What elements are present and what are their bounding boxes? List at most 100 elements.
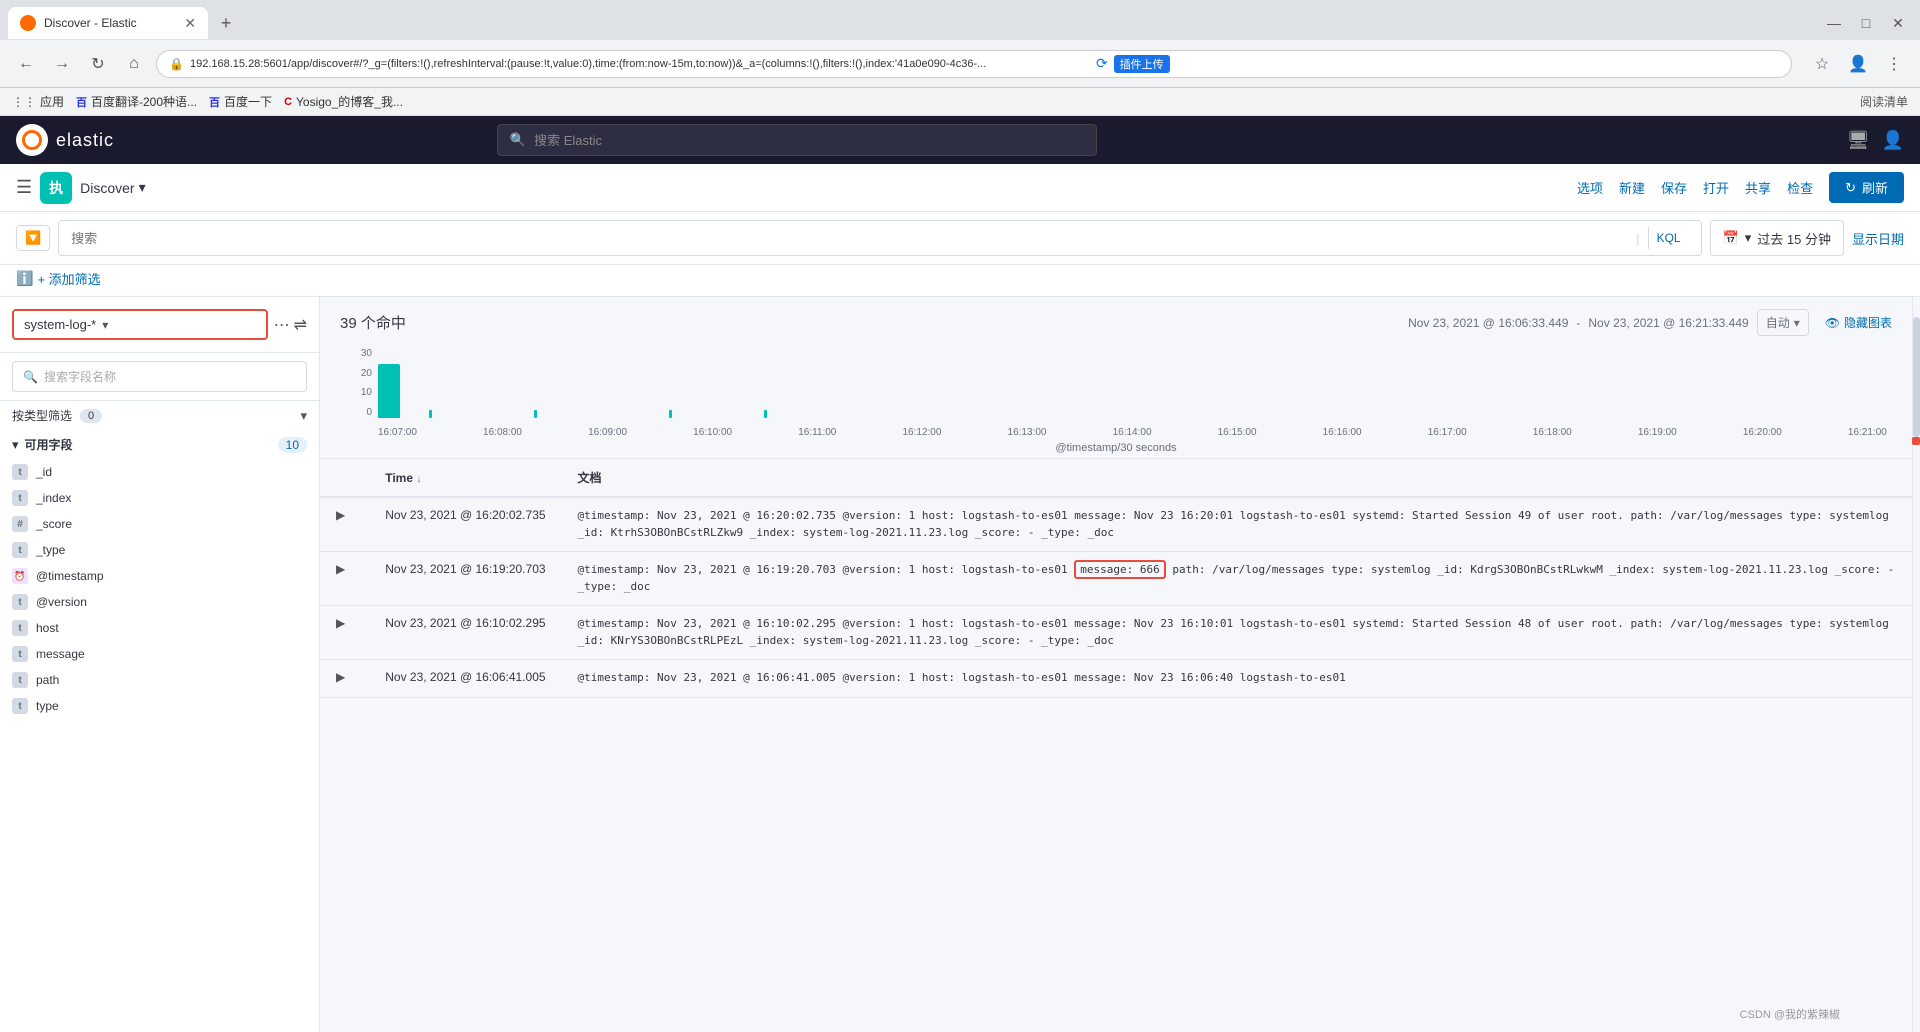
- field-search-input[interactable]: 🔍 搜索字段名称: [12, 361, 307, 392]
- profile-button[interactable]: 👤: [1844, 50, 1872, 78]
- date-end: Nov 23, 2021 @ 16:21:33.449: [1588, 316, 1748, 330]
- watermark: CSDN @我的紫辣椒: [1740, 1006, 1840, 1022]
- refresh-button[interactable]: ↻ 刷新: [1829, 172, 1904, 203]
- field-name-path: path: [36, 673, 59, 687]
- index-pattern-box[interactable]: system-log-* ▾: [12, 309, 268, 340]
- expand-row-button[interactable]: ▶: [336, 562, 345, 576]
- auto-caret-icon: ▾: [1794, 316, 1800, 330]
- open-button[interactable]: 打开: [1703, 178, 1729, 197]
- time-cell: Nov 23, 2021 @ 16:06:41.005: [369, 660, 561, 698]
- new-button[interactable]: 新建: [1619, 178, 1645, 197]
- index-pattern-toggle-icon[interactable]: ⇌: [294, 315, 307, 335]
- chart-line-2: [534, 410, 537, 418]
- hamburger-menu[interactable]: ☰: [16, 177, 32, 198]
- info-circle-icon: ℹ️: [16, 270, 33, 287]
- kql-button[interactable]: KQL: [1648, 227, 1689, 249]
- maximize-button[interactable]: □: [1852, 9, 1880, 37]
- app-topnav: elastic 🔍 🖥 👤: [0, 116, 1920, 164]
- y-axis: 30 20 10 0: [340, 348, 372, 418]
- field-item-index[interactable]: t _index: [0, 485, 319, 511]
- content-area: 39 个命中 Nov 23, 2021 @ 16:06:33.449 - Nov…: [320, 297, 1912, 1032]
- time-picker[interactable]: 📅 ▾ 过去 15 分钟: [1710, 220, 1844, 256]
- options-button[interactable]: 选项: [1577, 178, 1603, 197]
- reader-mode-btn[interactable]: 阅读清单: [1860, 95, 1908, 109]
- home-button[interactable]: ⌂: [120, 50, 148, 78]
- chart-container: 30 20 10 0: [320, 348, 1912, 438]
- collapse-icon[interactable]: ▾: [12, 437, 19, 453]
- field-item-timestamp[interactable]: ⏰ @timestamp: [0, 563, 319, 589]
- share-button[interactable]: 共享: [1745, 178, 1771, 197]
- field-item-type[interactable]: t _type: [0, 537, 319, 563]
- auto-selector[interactable]: 自动 ▾: [1757, 309, 1809, 336]
- hide-chart-button[interactable]: 👁 隐藏图表: [1825, 314, 1892, 331]
- field-name-host: host: [36, 621, 59, 635]
- apps-grid-icon: ⋮⋮: [12, 95, 36, 109]
- table-row: ▶ Nov 23, 2021 @ 16:20:02.735 @timestamp…: [320, 497, 1912, 552]
- field-type-badge-date: ⏰: [12, 568, 28, 584]
- index-pattern-options-icon[interactable]: ⋯: [274, 315, 290, 335]
- filter-toggle[interactable]: 🔽: [16, 225, 50, 251]
- query-input[interactable]: [71, 231, 1628, 246]
- forward-button[interactable]: →: [48, 50, 76, 78]
- field-name-timestamp: @timestamp: [36, 569, 104, 583]
- document-cell: @timestamp: Nov 23, 2021 @ 16:10:02.295 …: [562, 606, 1912, 660]
- y-label-10: 10: [361, 387, 372, 398]
- index-pattern-selector: system-log-* ▾ ⋯ ⇌: [0, 297, 319, 353]
- field-item-id[interactable]: t _id: [0, 459, 319, 485]
- field-item-host[interactable]: t host: [0, 615, 319, 641]
- discover-nav-item[interactable]: Discover ▾: [80, 179, 146, 196]
- back-button[interactable]: ←: [12, 50, 40, 78]
- address-bar[interactable]: 🔒 192.168.15.28:5601/app/discover#/?_g=(…: [156, 50, 1792, 78]
- field-type-badge-t: t: [12, 646, 28, 662]
- minimize-button[interactable]: —: [1820, 9, 1848, 37]
- index-pattern-label: system-log-*: [24, 317, 96, 332]
- table-row: ▶ Nov 23, 2021 @ 16:10:02.295 @timestamp…: [320, 606, 1912, 660]
- elastic-logo-icon: [16, 124, 48, 156]
- field-item-message[interactable]: t message: [0, 641, 319, 667]
- field-item-path[interactable]: t path: [0, 667, 319, 693]
- expand-row-button[interactable]: ▶: [336, 616, 345, 630]
- close-window-button[interactable]: ✕: [1884, 9, 1912, 37]
- filter-type-row[interactable]: 按类型筛选 0 ▾: [0, 401, 319, 430]
- app-icon-button[interactable]: 执: [40, 172, 72, 204]
- expand-cell: ▶: [320, 660, 369, 698]
- topnav-right-actions: 🖥 👤: [1847, 130, 1904, 151]
- global-search-input[interactable]: [534, 133, 1084, 148]
- document-cell: @timestamp: Nov 23, 2021 @ 16:06:41.005 …: [562, 660, 1912, 698]
- caret-icon: ▾: [1745, 230, 1752, 246]
- chart-line-3: [669, 410, 672, 418]
- field-item-score[interactable]: # _score: [0, 511, 319, 537]
- bookmark-button[interactable]: ☆: [1808, 50, 1836, 78]
- expand-row-button[interactable]: ▶: [336, 508, 345, 522]
- field-item-type-field[interactable]: t type: [0, 693, 319, 719]
- query-bar[interactable]: | KQL: [58, 220, 1701, 256]
- active-tab[interactable]: Discover - Elastic ✕: [8, 7, 208, 39]
- bookmark-csdn[interactable]: C Yosigo_的博客_我...: [284, 93, 403, 110]
- log-content: @timestamp: Nov 23, 2021 @ 16:20:02.735 …: [578, 509, 1889, 539]
- monitor-icon[interactable]: 🖥: [1847, 130, 1870, 151]
- inspect-button[interactable]: 检查: [1787, 178, 1813, 197]
- save-button[interactable]: 保存: [1661, 178, 1687, 197]
- bookmark-apps[interactable]: ⋮⋮ 应用: [12, 93, 64, 110]
- bookmark-baidu[interactable]: 百 百度一下: [209, 93, 272, 110]
- add-filter-button[interactable]: ℹ️ + 添加筛选: [16, 269, 101, 288]
- menu-button[interactable]: ⋮: [1880, 50, 1908, 78]
- security-icon: 🔒: [169, 57, 184, 71]
- field-item-version[interactable]: t @version: [0, 589, 319, 615]
- scrollbar[interactable]: [1912, 297, 1920, 1032]
- show-date-button[interactable]: 显示日期: [1852, 229, 1904, 248]
- close-tab-icon[interactable]: ✕: [184, 15, 196, 32]
- expand-row-button[interactable]: ▶: [336, 670, 345, 684]
- field-name-type: _type: [36, 543, 65, 557]
- user-icon[interactable]: 👤: [1882, 130, 1904, 151]
- bookmark-baidu-translate[interactable]: 百 百度翻译-200种语...: [76, 93, 197, 110]
- expand-cell: ▶: [320, 552, 369, 606]
- scrollbar-thumb[interactable]: [1913, 317, 1920, 437]
- global-search-bar[interactable]: 🔍: [497, 124, 1097, 156]
- y-label-0: 0: [366, 407, 372, 418]
- time-col-header[interactable]: Time ↓: [369, 459, 561, 497]
- reload-button[interactable]: ↻: [84, 50, 112, 78]
- field-type-badge-t: t: [12, 594, 28, 610]
- field-list: t _id t _index # _score t _type: [0, 459, 319, 1032]
- new-tab-button[interactable]: +: [212, 9, 240, 37]
